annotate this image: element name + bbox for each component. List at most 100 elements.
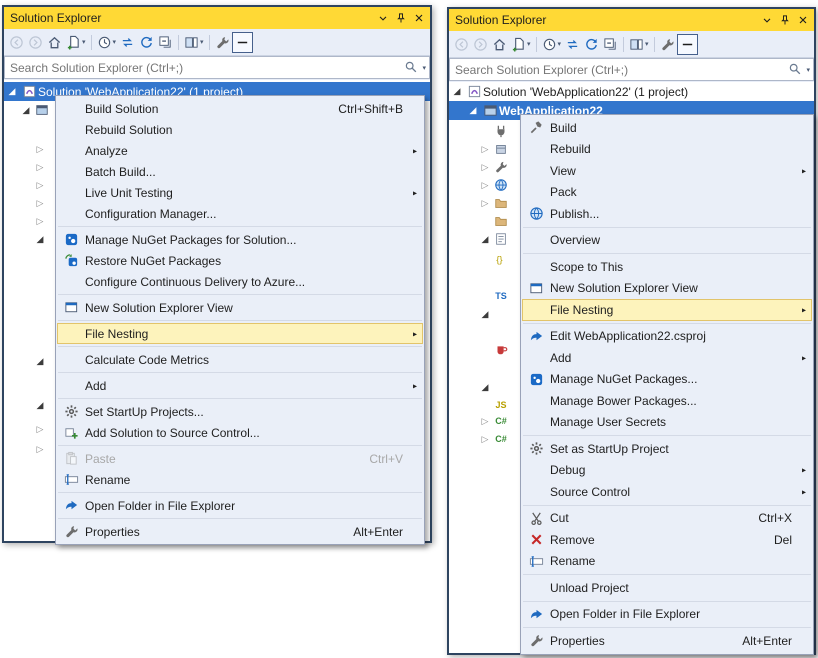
collapsed-arrow-icon[interactable]: ▷ — [32, 180, 48, 191]
expanded-arrow-icon[interactable]: ◢ — [449, 86, 465, 97]
collapsed-arrow-icon[interactable]: ▷ — [32, 198, 48, 209]
add-file-button[interactable]: ▾ — [509, 34, 533, 55]
expanded-arrow-icon[interactable]: ◢ — [4, 86, 20, 97]
collapse-all-button[interactable] — [156, 32, 175, 53]
search-input[interactable]: Search Solution Explorer (Ctrl+;) ▾ — [4, 56, 430, 79]
menu-item-manage-user-secrets[interactable]: Manage User Secrets — [522, 412, 812, 434]
menu-item-manage-bower-packages[interactable]: Manage Bower Packages... — [522, 390, 812, 412]
menu-item-source-control[interactable]: Source Control▸ — [522, 481, 812, 503]
back-circle-button[interactable] — [7, 32, 26, 53]
forward-circle-button[interactable] — [471, 34, 490, 55]
search-input[interactable]: Search Solution Explorer (Ctrl+;) ▾ — [449, 58, 814, 81]
collapsed-arrow-icon[interactable]: ▷ — [477, 144, 493, 155]
expanded-arrow-icon[interactable]: ◢ — [477, 309, 493, 320]
expanded-arrow-icon[interactable]: ◢ — [477, 382, 493, 393]
menu-item-open-folder-in-file-explorer[interactable]: Open Folder in File Explorer — [57, 495, 423, 516]
menu-item-file-nesting[interactable]: File Nesting▸ — [522, 299, 812, 321]
forward-circle-button[interactable] — [26, 32, 45, 53]
menu-item-new-solution-explorer-view[interactable]: New Solution Explorer View — [522, 278, 812, 300]
menu-item-publish[interactable]: Publish... — [522, 203, 812, 225]
expanded-arrow-icon[interactable]: ◢ — [32, 400, 48, 411]
menu-item-remove[interactable]: RemoveDel — [522, 529, 812, 551]
close-button[interactable] — [794, 12, 811, 29]
menu-item-open-folder-in-file-explorer[interactable]: Open Folder in File Explorer — [522, 604, 812, 626]
collapsed-arrow-icon[interactable]: ▷ — [477, 416, 493, 427]
collapsed-arrow-icon[interactable]: ▷ — [32, 162, 48, 173]
expanded-arrow-icon[interactable]: ◢ — [18, 105, 34, 116]
menu-item-paste[interactable]: PasteCtrl+V — [57, 448, 423, 469]
dash-button[interactable] — [677, 34, 698, 55]
menu-item-label: View — [550, 164, 576, 178]
collapsed-arrow-icon[interactable]: ▷ — [477, 162, 493, 173]
menu-item-build-solution[interactable]: Build SolutionCtrl+Shift+B — [57, 98, 423, 119]
collapsed-arrow-icon[interactable]: ▷ — [477, 434, 493, 445]
clock-button[interactable]: ▾ — [540, 34, 564, 55]
chevron-down-button[interactable] — [374, 10, 391, 27]
sync-button[interactable] — [563, 34, 582, 55]
menu-item-new-solution-explorer-view[interactable]: New Solution Explorer View — [57, 297, 423, 318]
menu-item-configure-continuous-delivery-to-azure[interactable]: Configure Continuous Delivery to Azure..… — [57, 271, 423, 292]
preview-button[interactable]: ▾ — [627, 34, 651, 55]
home-button[interactable] — [490, 34, 509, 55]
menu-item-add-solution-to-source-control[interactable]: Add Solution to Source Control... — [57, 422, 423, 443]
menu-item-unload-project[interactable]: Unload Project — [522, 577, 812, 599]
clock-button[interactable]: ▾ — [95, 32, 119, 53]
menu-item-analyze[interactable]: Analyze▸ — [57, 140, 423, 161]
menu-item-set-startup-projects[interactable]: Set StartUp Projects... — [57, 401, 423, 422]
expanded-arrow-icon[interactable]: ◢ — [465, 105, 481, 116]
menu-item-properties[interactable]: PropertiesAlt+Enter — [57, 521, 423, 542]
refresh-button[interactable] — [582, 34, 601, 55]
collapsed-arrow-icon[interactable]: ▷ — [32, 424, 48, 435]
menu-item-file-nesting[interactable]: File Nesting▸ — [57, 323, 423, 344]
menu-item-rename[interactable]: Rename — [57, 469, 423, 490]
sync-button[interactable] — [118, 32, 137, 53]
menu-item-add[interactable]: Add▸ — [57, 375, 423, 396]
menu-item-cut[interactable]: CutCtrl+X — [522, 508, 812, 530]
menu-item-manage-nuget-packages[interactable]: Manage NuGet Packages... — [522, 369, 812, 391]
menu-item-rename[interactable]: Rename — [522, 551, 812, 573]
menu-item-overview[interactable]: Overview — [522, 230, 812, 252]
chevron-down-button[interactable] — [758, 12, 775, 29]
menu-item-rebuild-solution[interactable]: Rebuild Solution — [57, 119, 423, 140]
collapsed-arrow-icon[interactable]: ▷ — [32, 444, 48, 455]
expanded-arrow-icon[interactable]: ◢ — [32, 356, 48, 367]
menu-item-set-as-startup-project[interactable]: Set as StartUp Project — [522, 438, 812, 460]
menu-item-calculate-code-metrics[interactable]: Calculate Code Metrics — [57, 349, 423, 370]
menu-item-build[interactable]: Build — [522, 117, 812, 139]
menu-item-pack[interactable]: Pack — [522, 182, 812, 204]
menu-item-add[interactable]: Add▸ — [522, 347, 812, 369]
close-button[interactable] — [410, 10, 427, 27]
refresh-button[interactable] — [137, 32, 156, 53]
collapsed-arrow-icon[interactable]: ▷ — [477, 180, 493, 191]
dash-button[interactable] — [232, 32, 253, 53]
menu-item-configuration-manager[interactable]: Configuration Manager... — [57, 203, 423, 224]
expanded-arrow-icon[interactable]: ◢ — [32, 234, 48, 245]
collapse-all-button[interactable] — [601, 34, 620, 55]
home-button[interactable] — [45, 32, 64, 53]
menu-separator — [58, 398, 422, 399]
menu-item-scope-to-this[interactable]: Scope to This — [522, 256, 812, 278]
pin-button[interactable] — [776, 12, 793, 29]
menu-item-properties[interactable]: PropertiesAlt+Enter — [522, 630, 812, 652]
titlebar[interactable]: Solution Explorer — [449, 9, 814, 31]
back-circle-button[interactable] — [452, 34, 471, 55]
menu-item-manage-nuget-packages-for-solution[interactable]: Manage NuGet Packages for Solution... — [57, 229, 423, 250]
collapsed-arrow-icon[interactable]: ▷ — [477, 198, 493, 209]
collapsed-arrow-icon[interactable]: ▷ — [32, 144, 48, 155]
menu-item-debug[interactable]: Debug▸ — [522, 460, 812, 482]
menu-item-batch-build[interactable]: Batch Build... — [57, 161, 423, 182]
add-file-button[interactable]: ▾ — [64, 32, 88, 53]
menu-item-edit-webapplication22-csproj[interactable]: Edit WebApplication22.csproj — [522, 326, 812, 348]
collapsed-arrow-icon[interactable]: ▷ — [32, 216, 48, 227]
menu-item-view[interactable]: View▸ — [522, 160, 812, 182]
tree-item-solution[interactable]: ◢ Solution 'WebApplication22' (1 project… — [449, 82, 814, 101]
menu-item-restore-nuget-packages[interactable]: Restore NuGet Packages — [57, 250, 423, 271]
expanded-arrow-icon[interactable]: ◢ — [477, 234, 493, 245]
menu-item-live-unit-testing[interactable]: Live Unit Testing▸ — [57, 182, 423, 203]
wrench-button[interactable] — [213, 32, 232, 53]
pin-button[interactable] — [392, 10, 409, 27]
titlebar[interactable]: Solution Explorer — [4, 7, 430, 29]
preview-button[interactable]: ▾ — [182, 32, 206, 53]
menu-item-rebuild[interactable]: Rebuild — [522, 139, 812, 161]
wrench-button[interactable] — [658, 34, 677, 55]
